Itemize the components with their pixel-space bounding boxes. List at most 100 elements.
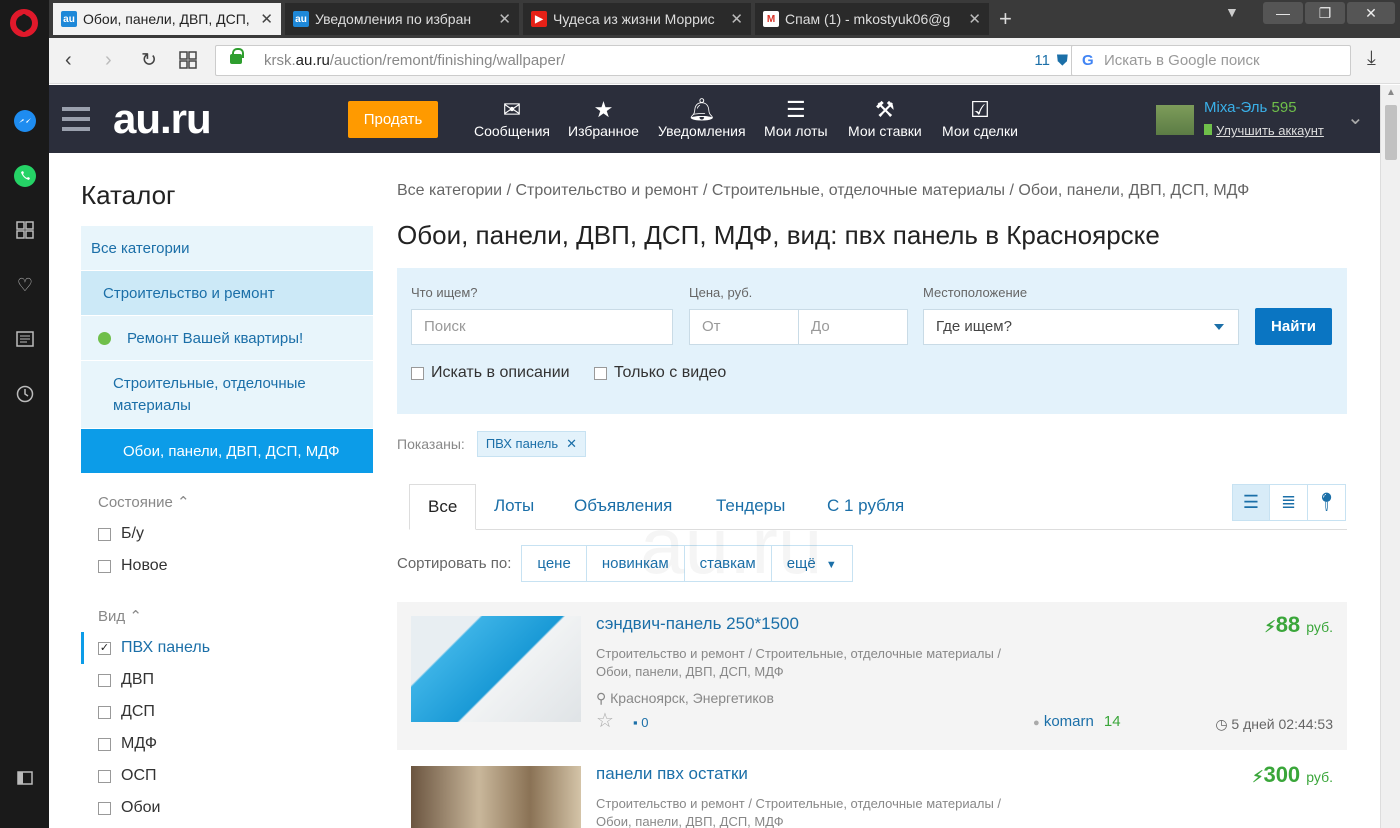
lot-image[interactable] [411, 766, 581, 828]
menu-icon[interactable] [62, 107, 90, 131]
catalog-item-repair[interactable]: Ремонт Вашей квартиры! [81, 316, 373, 361]
favorite-star-icon[interactable]: ☆ [596, 708, 614, 733]
sort-new[interactable]: новинкам [586, 545, 685, 582]
tab-youtube[interactable]: ▶ Чудеса из жизни Моррис ✕ [523, 3, 751, 35]
sidebar-toggle-icon[interactable] [12, 765, 38, 791]
back-icon[interactable]: ‹ [65, 49, 72, 72]
filter-mdf[interactable]: МДФ [81, 728, 373, 760]
tab-all[interactable]: Все [409, 484, 477, 530]
close-tab-icon[interactable]: ✕ [968, 10, 981, 28]
search-input[interactable]: Поиск [411, 309, 673, 345]
maximize-icon[interactable]: ❐ [1305, 2, 1345, 24]
tab-gmail[interactable]: M Спам (1) - mkostyuk06@g ✕ [755, 3, 989, 35]
close-tab-icon[interactable]: ✕ [498, 10, 511, 28]
scroll-up-icon[interactable]: ▲ [1386, 87, 1396, 98]
sort-more[interactable]: ещё ▼ [771, 545, 853, 582]
filter-kind-title[interactable]: Вид ⌃ [81, 602, 373, 632]
heart-icon[interactable]: ♡ [12, 272, 38, 298]
catalog-item-materials[interactable]: Строительные, отделочные материалы [81, 361, 373, 429]
scrollbar[interactable]: ▲ [1380, 85, 1400, 828]
checkbox[interactable] [594, 366, 607, 380]
seller-link[interactable]: ● komarn 14 [1033, 713, 1121, 730]
filter-chip[interactable]: ПВХ панель ✕ [476, 431, 587, 457]
nav-notifications[interactable]: 🔔︎ Уведомления [658, 97, 746, 139]
tab-ads[interactable]: Объявления [556, 484, 690, 530]
adblock-count[interactable]: 11 [1034, 46, 1050, 75]
tab-wallpaper[interactable]: au Обои, панели, ДВП, ДСП, ✕ [53, 3, 281, 35]
avatar[interactable] [1156, 105, 1194, 135]
comments-count[interactable]: ▪ 0 [633, 715, 648, 730]
filter-dsp[interactable]: ДСП [81, 696, 373, 728]
map-pin-icon[interactable]: 📍︎ [1308, 484, 1346, 521]
checkbox-checked[interactable]: ✓ [98, 641, 111, 655]
history-icon[interactable] [12, 381, 38, 407]
chevron-down-icon[interactable]: ⌄ [1347, 105, 1364, 130]
close-icon[interactable]: ✕ [566, 436, 577, 451]
speed-dial-button-icon[interactable] [179, 51, 197, 75]
close-tab-icon[interactable]: ✕ [730, 10, 743, 28]
filter-wallpaper[interactable]: Обои [81, 792, 373, 824]
tab-from-1-rub[interactable]: С 1 рубля [809, 484, 922, 530]
list-item[interactable]: панели пвх остатки Строительство и ремон… [397, 752, 1347, 828]
upgrade-account-link[interactable]: Улучшить аккаунт [1204, 123, 1324, 138]
checkbox[interactable] [98, 673, 111, 687]
view-list-icon[interactable]: ☰ [1232, 484, 1270, 521]
tab-menu-icon[interactable]: ▼ [1225, 4, 1239, 20]
sort-bids[interactable]: ставкам [684, 545, 772, 582]
checkbox[interactable] [98, 769, 111, 783]
find-button[interactable]: Найти [1255, 308, 1332, 345]
new-tab-icon[interactable]: + [999, 6, 1012, 32]
shield-icon[interactable]: ⛊ [1057, 46, 1068, 75]
view-compact-icon[interactable]: ≣ [1270, 484, 1308, 521]
url-field[interactable]: krsk.au.ru/auction/remont/finishing/wall… [215, 45, 1109, 76]
tab-lots[interactable]: Лоты [476, 484, 552, 530]
scrollbar-thumb[interactable] [1385, 105, 1397, 160]
forward-icon[interactable]: › [105, 49, 112, 72]
close-window-icon[interactable]: ✕ [1347, 2, 1395, 24]
sort-price[interactable]: цене [521, 545, 587, 582]
speed-dial-icon[interactable] [12, 217, 38, 243]
checkbox[interactable] [98, 559, 111, 573]
checkbox[interactable] [98, 737, 111, 751]
catalog-item-construction[interactable]: Строительство и ремонт [81, 271, 373, 316]
breadcrumb[interactable]: Все категории / Строительство и ремонт /… [397, 182, 1249, 200]
lot-title[interactable]: панели пвх остатки [596, 764, 748, 784]
checkbox[interactable] [411, 366, 424, 380]
download-icon[interactable]: ⤓ [1367, 47, 1376, 70]
opera-logo-icon[interactable] [10, 9, 38, 37]
list-item[interactable]: сэндвич-панель 250*1500 Строительство и … [397, 602, 1347, 750]
checkbox[interactable] [98, 801, 111, 815]
checkbox[interactable] [98, 705, 111, 719]
price-to-input[interactable]: До [798, 309, 908, 345]
catalog-item-wallpaper[interactable]: Обои, панели, ДВП, ДСП, МДФ [81, 429, 373, 474]
nav-my-deals[interactable]: ☑ Мои сделки [942, 97, 1018, 139]
messenger-icon[interactable] [12, 108, 38, 134]
price-from-input[interactable]: От [689, 309, 799, 345]
search-in-description[interactable]: Искать в описании [411, 364, 570, 382]
tab-notifications[interactable]: au Уведомления по избран ✕ [285, 3, 519, 35]
minimize-icon[interactable]: — [1263, 2, 1303, 24]
user-name[interactable]: Міха-Эль 595 [1204, 99, 1297, 116]
location-select[interactable]: Где ищем? [923, 309, 1239, 345]
site-logo[interactable]: au.ru [113, 95, 212, 143]
filter-dvp[interactable]: ДВП [81, 664, 373, 696]
whatsapp-icon[interactable] [12, 163, 38, 189]
lot-title[interactable]: сэндвич-панель 250*1500 [596, 614, 799, 634]
filter-pvc[interactable]: ✓ ПВХ панель [81, 632, 373, 664]
only-with-video[interactable]: Только с видео [594, 364, 726, 382]
nav-messages[interactable]: ✉ Сообщения [474, 97, 550, 139]
nav-my-lots[interactable]: ☰ Мои лоты [764, 97, 828, 139]
news-icon[interactable] [12, 326, 38, 352]
close-tab-icon[interactable]: ✕ [260, 10, 273, 28]
google-search-input[interactable]: G Искать в Google поиск [1071, 45, 1351, 76]
sell-button[interactable]: Продать [348, 101, 438, 138]
catalog-item-all[interactable]: Все категории [81, 226, 373, 271]
filter-osp[interactable]: ОСП [81, 760, 373, 792]
filter-new[interactable]: Новое [81, 550, 373, 582]
filter-state-title[interactable]: Состояние ⌃ [81, 488, 373, 518]
tab-tenders[interactable]: Тендеры [698, 484, 803, 530]
nav-my-bids[interactable]: ⚒ Мои ставки [848, 97, 922, 139]
lot-image[interactable] [411, 616, 581, 722]
nav-favorites[interactable]: ★ Избранное [568, 97, 639, 139]
reload-icon[interactable]: ↻ [141, 49, 157, 72]
